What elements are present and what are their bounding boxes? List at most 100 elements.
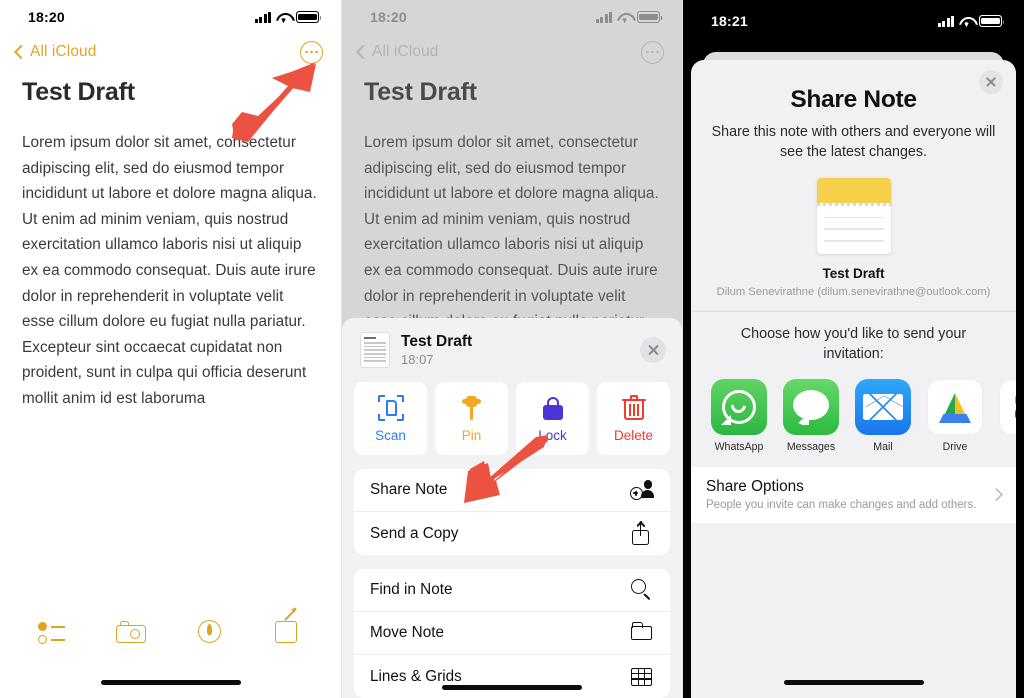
delete-button[interactable]: Delete (597, 382, 670, 455)
quick-actions-row: Scan Pin Lock Delete (354, 378, 670, 469)
note-title: Test Draft (364, 78, 477, 106)
share-note-card: Share Note Share this note with others a… (691, 60, 1016, 698)
app-label: Drive (942, 441, 968, 453)
sheet-note-time: 18:07 (401, 352, 434, 367)
magnifier-icon (630, 578, 654, 602)
choose-prompt: Choose how you'd like to send your invit… (740, 326, 967, 362)
lock-button[interactable]: Lock (516, 382, 589, 455)
share-options-row[interactable]: Share Options People you invite can make… (691, 467, 1016, 523)
share-apps-row: WhatsApp Messages Mail Drive (691, 364, 1016, 453)
delete-label: Delete (613, 427, 654, 443)
menu-group-share: Share Note Send a Copy (354, 469, 670, 555)
menu-item-lines-and-grids[interactable]: Lines & Grids (354, 655, 670, 698)
app-label: WhatsApp (714, 441, 764, 453)
screenshot-stage: 18:20 All iCloud Test Draft Lorem ipsum … (0, 0, 1024, 698)
status-clock: 18:20 (370, 9, 407, 25)
chevron-right-icon (991, 487, 1001, 503)
dialog-subtitle: Share this note with others and everyone… (711, 124, 996, 160)
whatsapp-icon (711, 379, 767, 435)
more-options-button[interactable] (641, 40, 664, 64)
home-indicator[interactable] (100, 679, 241, 685)
shared-note-name: Test Draft (822, 266, 885, 281)
note-title: Test Draft (22, 78, 135, 106)
share-options-subtitle: People you invite can make changes and a… (706, 499, 977, 511)
messages-icon (783, 379, 839, 435)
share-arrow-icon (630, 522, 654, 546)
ellipsis-dot (651, 50, 654, 54)
lock-icon (540, 395, 566, 421)
phone-panel-share-note-dialog: 18:21 Share Note Share this note with ot… (682, 0, 1024, 698)
battery-icon (296, 11, 322, 23)
cellular-bars-icon (254, 11, 271, 23)
notes-icon-perforation (816, 203, 891, 206)
note-bottom-toolbar (0, 608, 341, 654)
app-label: S (999, 441, 1016, 453)
scan-label: Scan (375, 427, 406, 443)
note-owner: Dilum Senevirathne (dilum.senevirathne@o… (716, 286, 991, 298)
menu-group-tools: Find in Note Move Note Lines & Grids (354, 569, 670, 698)
note-nav-bar: All iCloud (342, 34, 682, 70)
status-icons (937, 15, 1005, 27)
cellular-bars-icon (595, 11, 612, 23)
status-icons (595, 11, 663, 23)
action-sheet-meta: Test Draft 18:07 (401, 333, 640, 367)
share-target-drive[interactable]: Drive (927, 379, 983, 453)
pin-button[interactable]: Pin (435, 382, 508, 455)
sheet-note-name: Test Draft (401, 333, 473, 350)
checklist-icon[interactable] (36, 618, 70, 648)
grid-icon (630, 665, 654, 689)
close-icon[interactable] (640, 337, 666, 363)
menu-item-label: Move Note (370, 624, 444, 641)
app-label: Mail (873, 441, 893, 453)
markup-pen-icon[interactable] (193, 618, 227, 648)
home-indicator[interactable] (442, 684, 582, 690)
note-action-sheet: Test Draft 18:07 Scan Pin Lock Delete Sh… (342, 318, 682, 698)
back-label: All iCloud (30, 43, 97, 60)
back-to-all-icloud-button[interactable]: All iCloud (357, 43, 438, 61)
share-options-text: Share Options People you invite can make… (706, 478, 976, 511)
share-target-whatsapp[interactable]: WhatsApp (711, 379, 767, 453)
status-clock: 18:21 (711, 13, 748, 29)
menu-item-send-a-copy[interactable]: Send a Copy (354, 512, 670, 555)
wifi-icon (617, 12, 632, 23)
camera-icon[interactable] (114, 618, 148, 648)
ellipsis-dot (646, 50, 650, 54)
status-bar: 18:20 (342, 0, 682, 34)
ellipsis-dot (655, 50, 659, 54)
phone-panel-action-sheet: 18:20 All iCloud Test Draft Lorem ipsum … (341, 0, 682, 698)
menu-item-move-note[interactable]: Move Note (354, 612, 670, 655)
phone-panel-note-open: 18:20 All iCloud Test Draft Lorem ipsum … (0, 0, 341, 698)
note-body-text[interactable]: Lorem ipsum dolor sit amet, consectetur … (0, 107, 341, 412)
note-nav-bar: All iCloud (0, 34, 341, 70)
menu-item-label: Send a Copy (370, 524, 459, 542)
action-sheet-header: Test Draft 18:07 (354, 318, 670, 378)
slack-icon (999, 379, 1016, 435)
ellipsis-dot (310, 50, 313, 54)
menu-item-label: Share Note (370, 481, 448, 498)
back-to-all-icloud-button[interactable]: All iCloud (15, 43, 96, 61)
trash-icon (621, 394, 647, 421)
menu-item-share-note[interactable]: Share Note (354, 469, 670, 512)
share-target-messages[interactable]: Messages (783, 379, 839, 453)
more-options-button[interactable] (300, 40, 323, 64)
home-indicator[interactable] (783, 679, 924, 685)
pin-icon (459, 395, 485, 421)
compose-icon[interactable] (271, 608, 305, 648)
pin-label: Pin (461, 427, 482, 443)
scan-button[interactable]: Scan (354, 382, 427, 455)
wifi-icon (959, 16, 974, 27)
chevron-left-icon (15, 44, 24, 60)
wifi-icon (276, 12, 291, 23)
dialog-title: Share Note (790, 86, 917, 113)
menu-item-find-in-note[interactable]: Find in Note (354, 569, 670, 612)
note-thumbnail-icon (360, 332, 390, 368)
share-target-mail[interactable]: Mail (855, 379, 911, 453)
cellular-bars-icon (937, 15, 954, 27)
google-drive-icon (927, 379, 983, 435)
menu-item-label: Lines & Grids (370, 667, 462, 685)
share-target-slack[interactable]: S (999, 379, 1016, 453)
ellipsis-dot (314, 50, 318, 54)
document-scan-icon (377, 394, 404, 421)
mail-icon (855, 379, 911, 435)
close-icon[interactable] (979, 70, 1003, 94)
